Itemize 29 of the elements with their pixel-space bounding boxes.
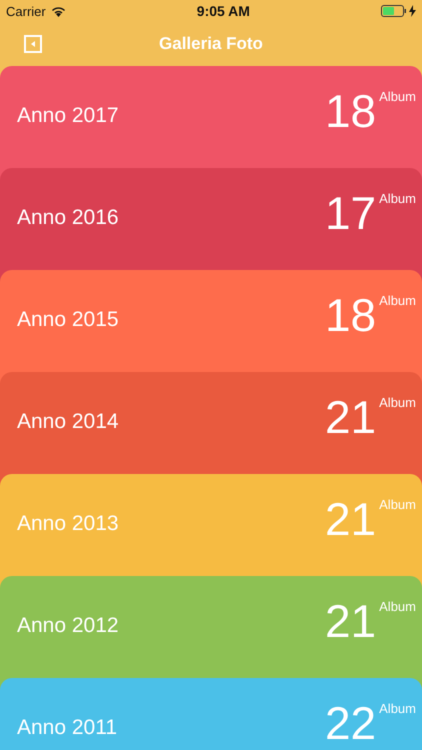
carrier-name: Carrier [6, 4, 46, 18]
album-unit: Album [379, 395, 416, 410]
album-year: Anno 2011 [17, 716, 118, 740]
album-count: 22 [324, 698, 376, 748]
album-count: 17 [324, 188, 376, 238]
album-count: 21 [324, 596, 376, 646]
album-count: 18 [324, 290, 376, 340]
album-unit: Album [379, 701, 416, 716]
album-unit: Album [379, 89, 416, 104]
album-year: Anno 2017 [17, 104, 119, 128]
charging-icon [409, 5, 416, 17]
back-arrow-icon [29, 40, 37, 48]
status-time: 9:05 AM [196, 3, 250, 19]
album-year: Anno 2013 [17, 512, 119, 536]
battery-icon [381, 5, 407, 17]
album-unit: Album [379, 191, 416, 206]
wifi-icon [50, 6, 66, 16]
nav-title: Galleria Foto [159, 34, 263, 54]
album-year: Anno 2014 [17, 410, 119, 434]
album-unit: Album [379, 293, 416, 308]
album-count: 18 [324, 86, 376, 136]
album-count: 21 [324, 494, 376, 544]
album-year: Anno 2016 [17, 206, 119, 230]
album-year: Anno 2012 [17, 614, 119, 638]
album-unit: Album [379, 497, 416, 512]
album-count: 21 [324, 392, 376, 442]
album-unit: Album [379, 599, 416, 614]
album-year: Anno 2015 [17, 308, 119, 332]
back-button[interactable] [24, 35, 42, 53]
